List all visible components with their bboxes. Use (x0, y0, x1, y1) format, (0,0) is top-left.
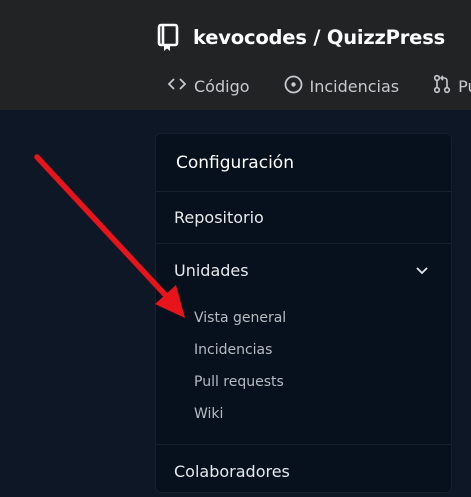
code-icon (167, 76, 187, 96)
settings-item-label: Unidades (174, 260, 249, 280)
settings-panel: Configuración Repositorio Unidades Vista… (155, 133, 452, 493)
settings-item-colaboradores[interactable]: Colaboradores (156, 445, 451, 497)
tab-pull-requests-label: Pu (458, 76, 471, 96)
tab-issues-label: Incidencias (309, 76, 400, 96)
settings-item-label: Repositorio (174, 208, 264, 227)
top-bar: kevocodes / QuizzPress Código Incidencia… (0, 0, 471, 110)
chevron-down-icon (415, 261, 429, 280)
repo-tabs: Código Incidencias P (167, 74, 471, 98)
subitem-pull-requests[interactable]: Pull requests (156, 366, 451, 398)
subitem-vista-general[interactable]: Vista general (156, 302, 451, 334)
tab-issues[interactable]: Incidencias (284, 75, 400, 98)
pull-request-icon (433, 74, 451, 98)
repo-title[interactable]: kevocodes / QuizzPress (193, 26, 445, 49)
tab-pull-requests[interactable]: Pu (433, 74, 471, 98)
tab-code-label: Código (194, 76, 250, 96)
issue-icon (284, 75, 303, 98)
settings-item-label: Colaboradores (174, 461, 290, 481)
settings-item-repositorio[interactable]: Repositorio (156, 192, 451, 244)
settings-item-unidades[interactable]: Unidades (156, 244, 451, 296)
subitem-wiki[interactable]: Wiki (156, 398, 451, 430)
settings-title: Configuración (156, 134, 451, 192)
tab-code[interactable]: Código (167, 76, 250, 96)
subitem-incidencias[interactable]: Incidencias (156, 334, 451, 366)
repo-icon (155, 22, 181, 52)
repo-header: kevocodes / QuizzPress (155, 20, 445, 54)
unidades-sublist: Vista general Incidencias Pull requests … (156, 296, 451, 445)
